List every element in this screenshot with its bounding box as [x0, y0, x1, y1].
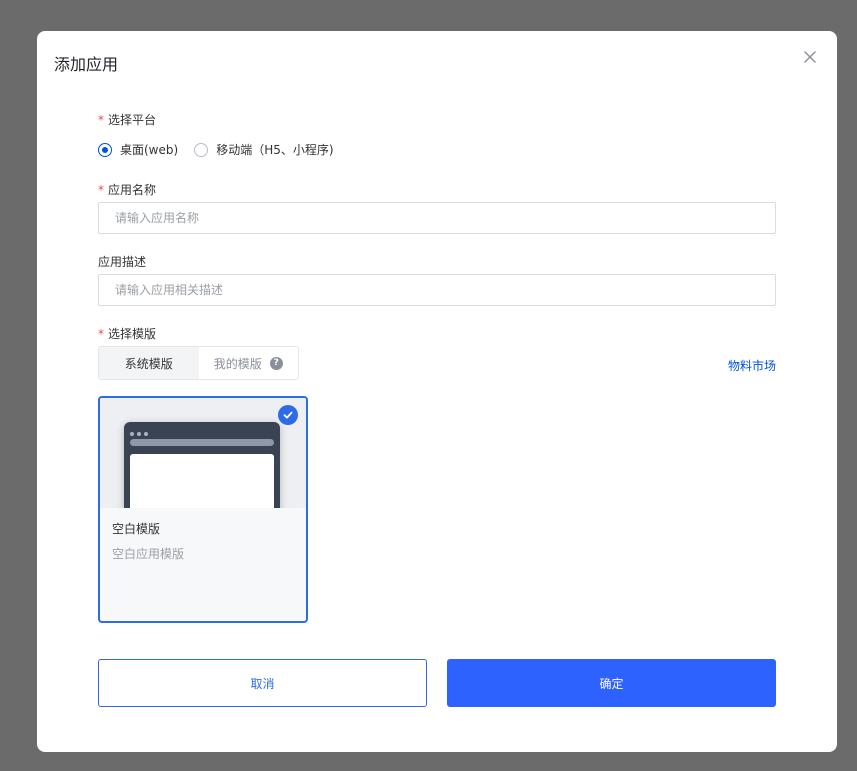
platform-radio-group: 桌面(web) 移动端（H5、小程序) — [98, 141, 350, 158]
app-desc-label: 应用描述 — [98, 255, 147, 269]
material-market-link[interactable]: 物料市场 — [728, 357, 776, 374]
radio-mobile-label: 移动端（H5、小程序) — [216, 143, 334, 157]
required-mark: * — [98, 113, 104, 127]
template-label-text: 选择模版 — [108, 327, 157, 341]
confirm-button[interactable]: 确定 — [447, 659, 776, 707]
tab-system-templates[interactable]: 系统模版 — [99, 347, 199, 379]
radio-desktop[interactable]: 桌面(web) — [98, 141, 178, 158]
radio-desktop-label: 桌面(web) — [120, 143, 179, 157]
template-thumbnail — [100, 398, 306, 508]
app-name-label-text: 应用名称 — [108, 183, 157, 197]
browser-mockup-icon — [124, 422, 280, 508]
required-mark: * — [98, 183, 104, 197]
platform-label: * 选择平台 — [98, 111, 156, 128]
browser-address-bar — [130, 439, 274, 446]
app-name-input[interactable] — [98, 202, 776, 234]
required-mark: * — [98, 327, 104, 341]
template-card-title: 空白模版 — [112, 522, 161, 536]
cancel-button[interactable]: 取消 — [98, 659, 427, 707]
app-desc-input[interactable] — [98, 274, 776, 306]
radio-unchecked-icon[interactable] — [194, 142, 209, 157]
close-icon[interactable] — [801, 48, 819, 66]
radio-checked-icon[interactable] — [98, 142, 112, 157]
template-label: * 选择模版 — [98, 325, 156, 342]
template-card-desc: 空白应用模版 — [112, 547, 185, 561]
check-circle-icon — [278, 405, 298, 425]
tab-my-templates-label: 我的模版 — [213, 356, 262, 371]
add-app-dialog: 添加应用 * 选择平台 桌面(web) 移动端（H5、小程序) * 应用名称 应用描… — [37, 31, 837, 752]
platform-label-text: 选择平台 — [108, 113, 157, 127]
template-tabs: 系统模版 我的模版 ? — [98, 346, 299, 380]
browser-viewport — [130, 454, 274, 508]
question-circle-icon[interactable]: ? — [269, 356, 283, 370]
template-card-blank[interactable]: 空白模版 空白应用模版 — [98, 396, 308, 623]
app-name-label: * 应用名称 — [98, 181, 156, 198]
tab-my-templates[interactable]: 我的模版 ? — [199, 347, 299, 379]
dialog-title: 添加应用 — [54, 55, 119, 74]
browser-dots — [130, 432, 148, 436]
radio-mobile[interactable]: 移动端（H5、小程序) — [194, 141, 334, 158]
